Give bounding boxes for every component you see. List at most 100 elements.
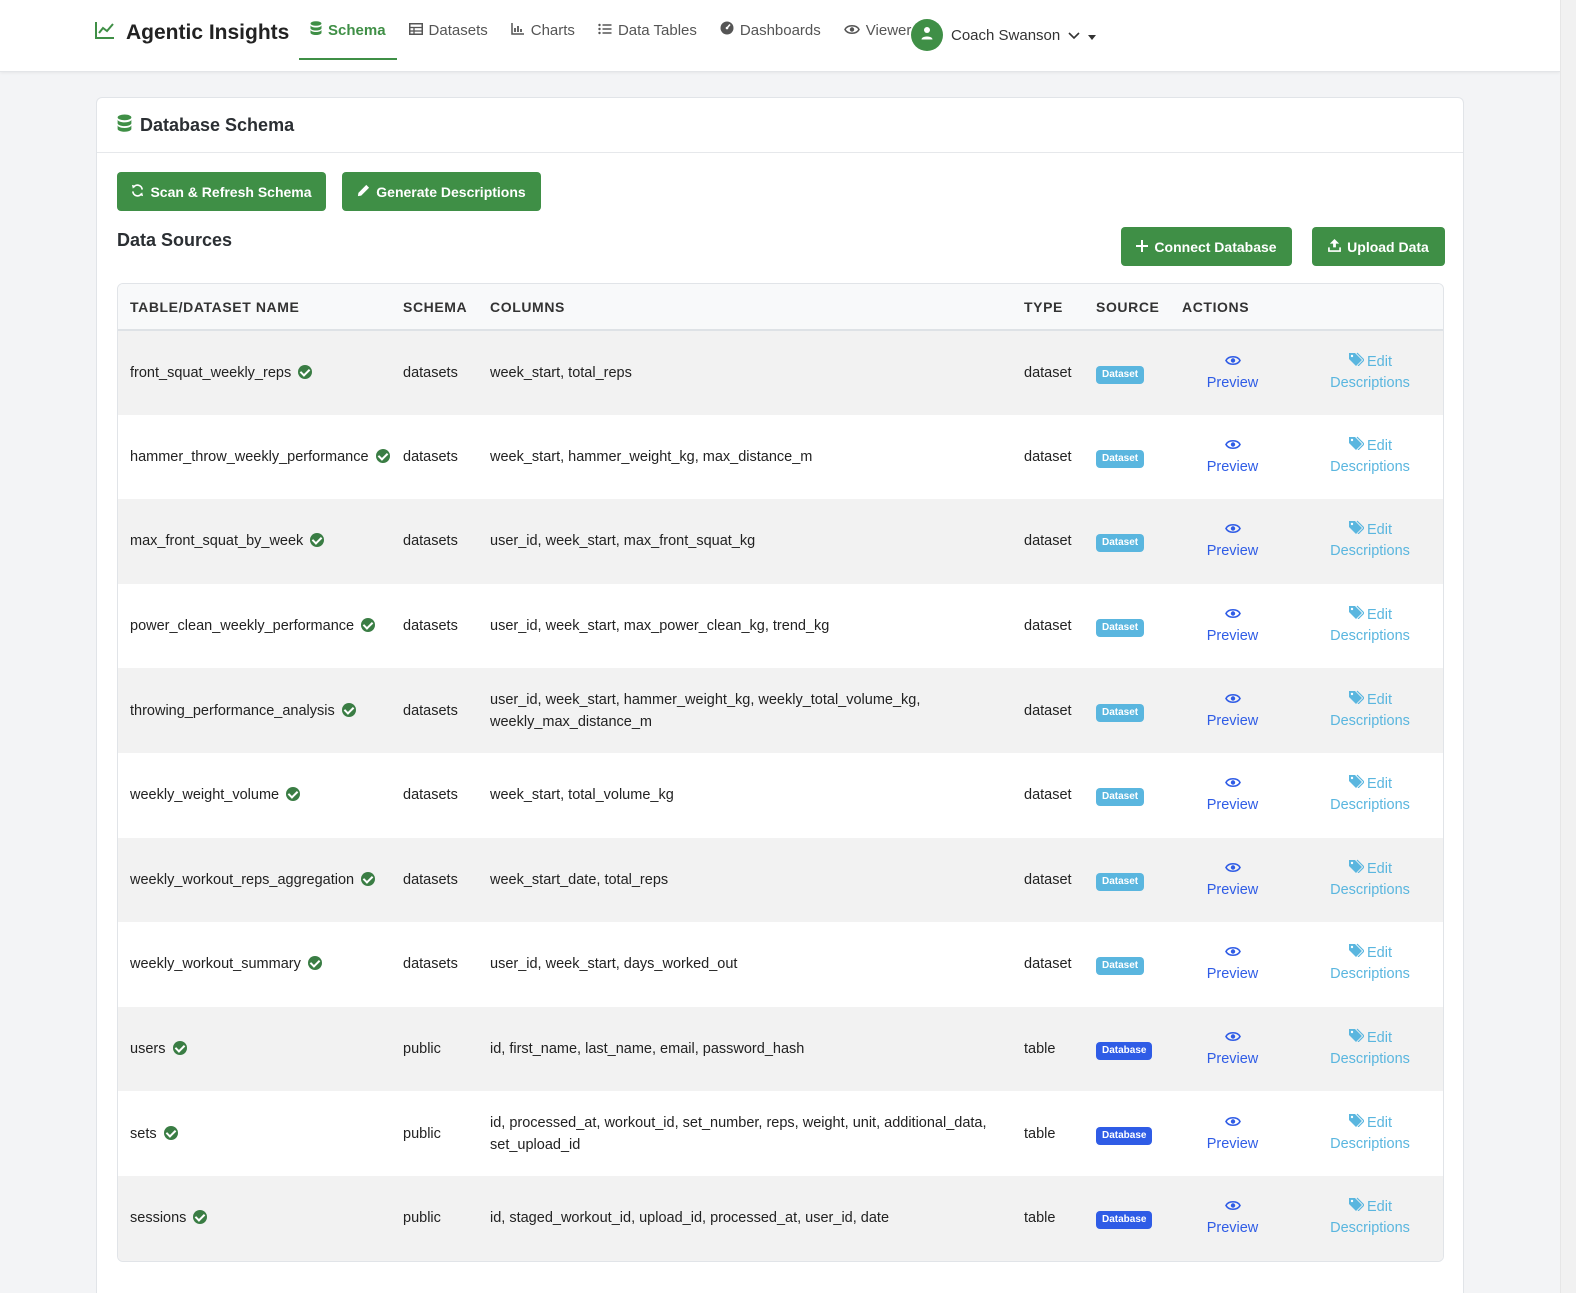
cell-schema: public: [403, 1125, 441, 1142]
table-name[interactable]: users: [130, 1041, 165, 1057]
header-source[interactable]: SOURCE: [1084, 284, 1170, 331]
table-body: front_squat_weekly_reps datasets week_st…: [118, 330, 1443, 1261]
scan-refresh-button[interactable]: Scan & Refresh Schema: [117, 172, 326, 211]
edit-descriptions-button[interactable]: Edit Descriptions: [1295, 436, 1443, 478]
check-circle-icon: [361, 871, 376, 886]
preview-button[interactable]: Preview: [1182, 859, 1283, 901]
tags-icon: [1348, 1028, 1365, 1049]
table-name[interactable]: weekly_workout_summary: [130, 956, 301, 972]
check-circle-icon: [310, 533, 325, 548]
preview-button[interactable]: Preview: [1182, 1197, 1283, 1239]
preview-button[interactable]: Preview: [1182, 605, 1283, 647]
edit-descriptions-button[interactable]: Edit Descriptions: [1295, 774, 1443, 816]
eye-icon: [843, 22, 860, 39]
preview-button[interactable]: Preview: [1182, 774, 1283, 816]
table-name[interactable]: weekly_weight_volume: [130, 787, 279, 803]
edit-descriptions-button[interactable]: Edit Descriptions: [1295, 520, 1443, 562]
edit-label: Edit: [1367, 691, 1392, 708]
brand[interactable]: Agentic Insights: [94, 20, 289, 45]
edit-descriptions-button[interactable]: Edit Descriptions: [1295, 1197, 1443, 1239]
check-circle-icon: [307, 956, 322, 971]
check-circle-icon: [172, 1041, 187, 1056]
edit-descriptions-button[interactable]: Edit Descriptions: [1295, 352, 1443, 394]
cell-name: front_squat_weekly_reps: [118, 330, 391, 415]
nav-data-tables[interactable]: Data Tables: [587, 0, 708, 60]
cell-schema: datasets: [403, 364, 458, 381]
nav-viewer[interactable]: Viewer: [833, 0, 923, 60]
page-scrollbar[interactable]: [1560, 0, 1576, 1293]
edit-descriptions-button[interactable]: Edit Descriptions: [1295, 1028, 1443, 1070]
preview-button[interactable]: Preview: [1182, 436, 1283, 478]
card-header: Database Schema: [97, 98, 1463, 153]
cell-source: Dataset: [1084, 499, 1170, 584]
edit-descriptions-button[interactable]: Edit Descriptions: [1295, 690, 1443, 732]
preview-button[interactable]: Preview: [1182, 520, 1283, 562]
header-columns[interactable]: COLUMNS: [478, 284, 1012, 331]
cell-preview: Preview: [1170, 499, 1283, 584]
preview-button[interactable]: Preview: [1182, 352, 1283, 394]
cell-columns: id, staged_workout_id, upload_id, proces…: [490, 1210, 890, 1227]
nav-datasets[interactable]: Datasets: [398, 0, 499, 60]
cell-schema: datasets: [403, 871, 458, 888]
cell-columns: id, processed_at, workout_id, set_number…: [490, 1114, 987, 1153]
table-name[interactable]: throwing_performance_analysis: [130, 703, 335, 719]
connect-database-button[interactable]: Connect Database: [1121, 227, 1292, 266]
check-circle-icon: [361, 618, 376, 633]
table-row: max_front_squat_by_week datasets user_id…: [118, 499, 1443, 584]
cell-preview: Preview: [1170, 922, 1283, 1007]
cell-name: users: [118, 1007, 391, 1092]
table-name[interactable]: sessions: [130, 1210, 186, 1226]
nav-charts[interactable]: Charts: [500, 0, 586, 60]
table-row: throwing_performance_analysis datasets u…: [118, 668, 1443, 753]
upload-data-button[interactable]: Upload Data: [1312, 227, 1445, 266]
nav-datasets-label: Datasets: [428, 21, 488, 39]
check-circle-icon: [286, 787, 301, 802]
table-row: sets public id, processed_at, workout_id…: [118, 1091, 1443, 1176]
preview-label: Preview: [1206, 628, 1259, 645]
cell-name: weekly_weight_volume: [118, 753, 391, 838]
tags-icon: [1348, 520, 1365, 541]
cell-source: Database: [1084, 1007, 1170, 1092]
table-name[interactable]: power_clean_weekly_performance: [130, 618, 354, 634]
source-badge: Dataset: [1096, 788, 1145, 807]
nav-schema[interactable]: Schema: [299, 0, 397, 60]
tags-icon: [1348, 690, 1365, 711]
eye-icon: [1224, 774, 1241, 795]
preview-label: Preview: [1206, 1220, 1259, 1237]
edit-descriptions-button[interactable]: Edit Descriptions: [1295, 1113, 1443, 1155]
table-row: weekly_weight_volume datasets week_start…: [118, 753, 1443, 838]
table-name[interactable]: weekly_workout_reps_aggregation: [130, 872, 354, 888]
nav-data-tables-label: Data Tables: [617, 21, 697, 39]
table-name[interactable]: hammer_throw_weekly_performance: [130, 449, 369, 465]
header-type[interactable]: TYPE: [1012, 284, 1084, 331]
descriptions-label: Descriptions: [1330, 1051, 1410, 1068]
cell-source: Database: [1084, 1091, 1170, 1176]
cell-preview: Preview: [1170, 330, 1283, 415]
preview-button[interactable]: Preview: [1182, 943, 1283, 985]
source-badge: Database: [1096, 1042, 1153, 1061]
header-schema[interactable]: SCHEMA: [391, 284, 478, 331]
user-name: Coach Swanson: [951, 26, 1061, 44]
user-menu[interactable]: Coach Swanson: [911, 19, 1097, 51]
plus-icon: [1136, 239, 1149, 255]
table-name[interactable]: sets: [130, 1126, 157, 1142]
edit-descriptions-button[interactable]: Edit Descriptions: [1295, 859, 1443, 901]
preview-button[interactable]: Preview: [1182, 1113, 1283, 1155]
edit-label: Edit: [1367, 1114, 1392, 1131]
nav-dashboards[interactable]: Dashboards: [709, 0, 832, 60]
preview-label: Preview: [1206, 374, 1259, 391]
generate-descriptions-button[interactable]: Generate Descriptions: [342, 172, 541, 211]
source-badge: Dataset: [1096, 872, 1145, 891]
edit-descriptions-button[interactable]: Edit Descriptions: [1295, 605, 1443, 647]
table-name[interactable]: front_squat_weekly_reps: [130, 365, 291, 381]
table-name[interactable]: max_front_squat_by_week: [130, 533, 303, 549]
descriptions-label: Descriptions: [1330, 797, 1410, 814]
preview-button[interactable]: Preview: [1182, 690, 1283, 732]
preview-button[interactable]: Preview: [1182, 1028, 1283, 1070]
chevron-down-icon: [1068, 27, 1080, 44]
cell-type: dataset: [1024, 533, 1072, 550]
descriptions-label: Descriptions: [1330, 966, 1410, 983]
header-name[interactable]: TABLE/DATASET NAME: [118, 284, 391, 331]
cell-columns: user_id, week_start, max_power_clean_kg,…: [490, 618, 830, 635]
edit-descriptions-button[interactable]: Edit Descriptions: [1295, 943, 1443, 985]
